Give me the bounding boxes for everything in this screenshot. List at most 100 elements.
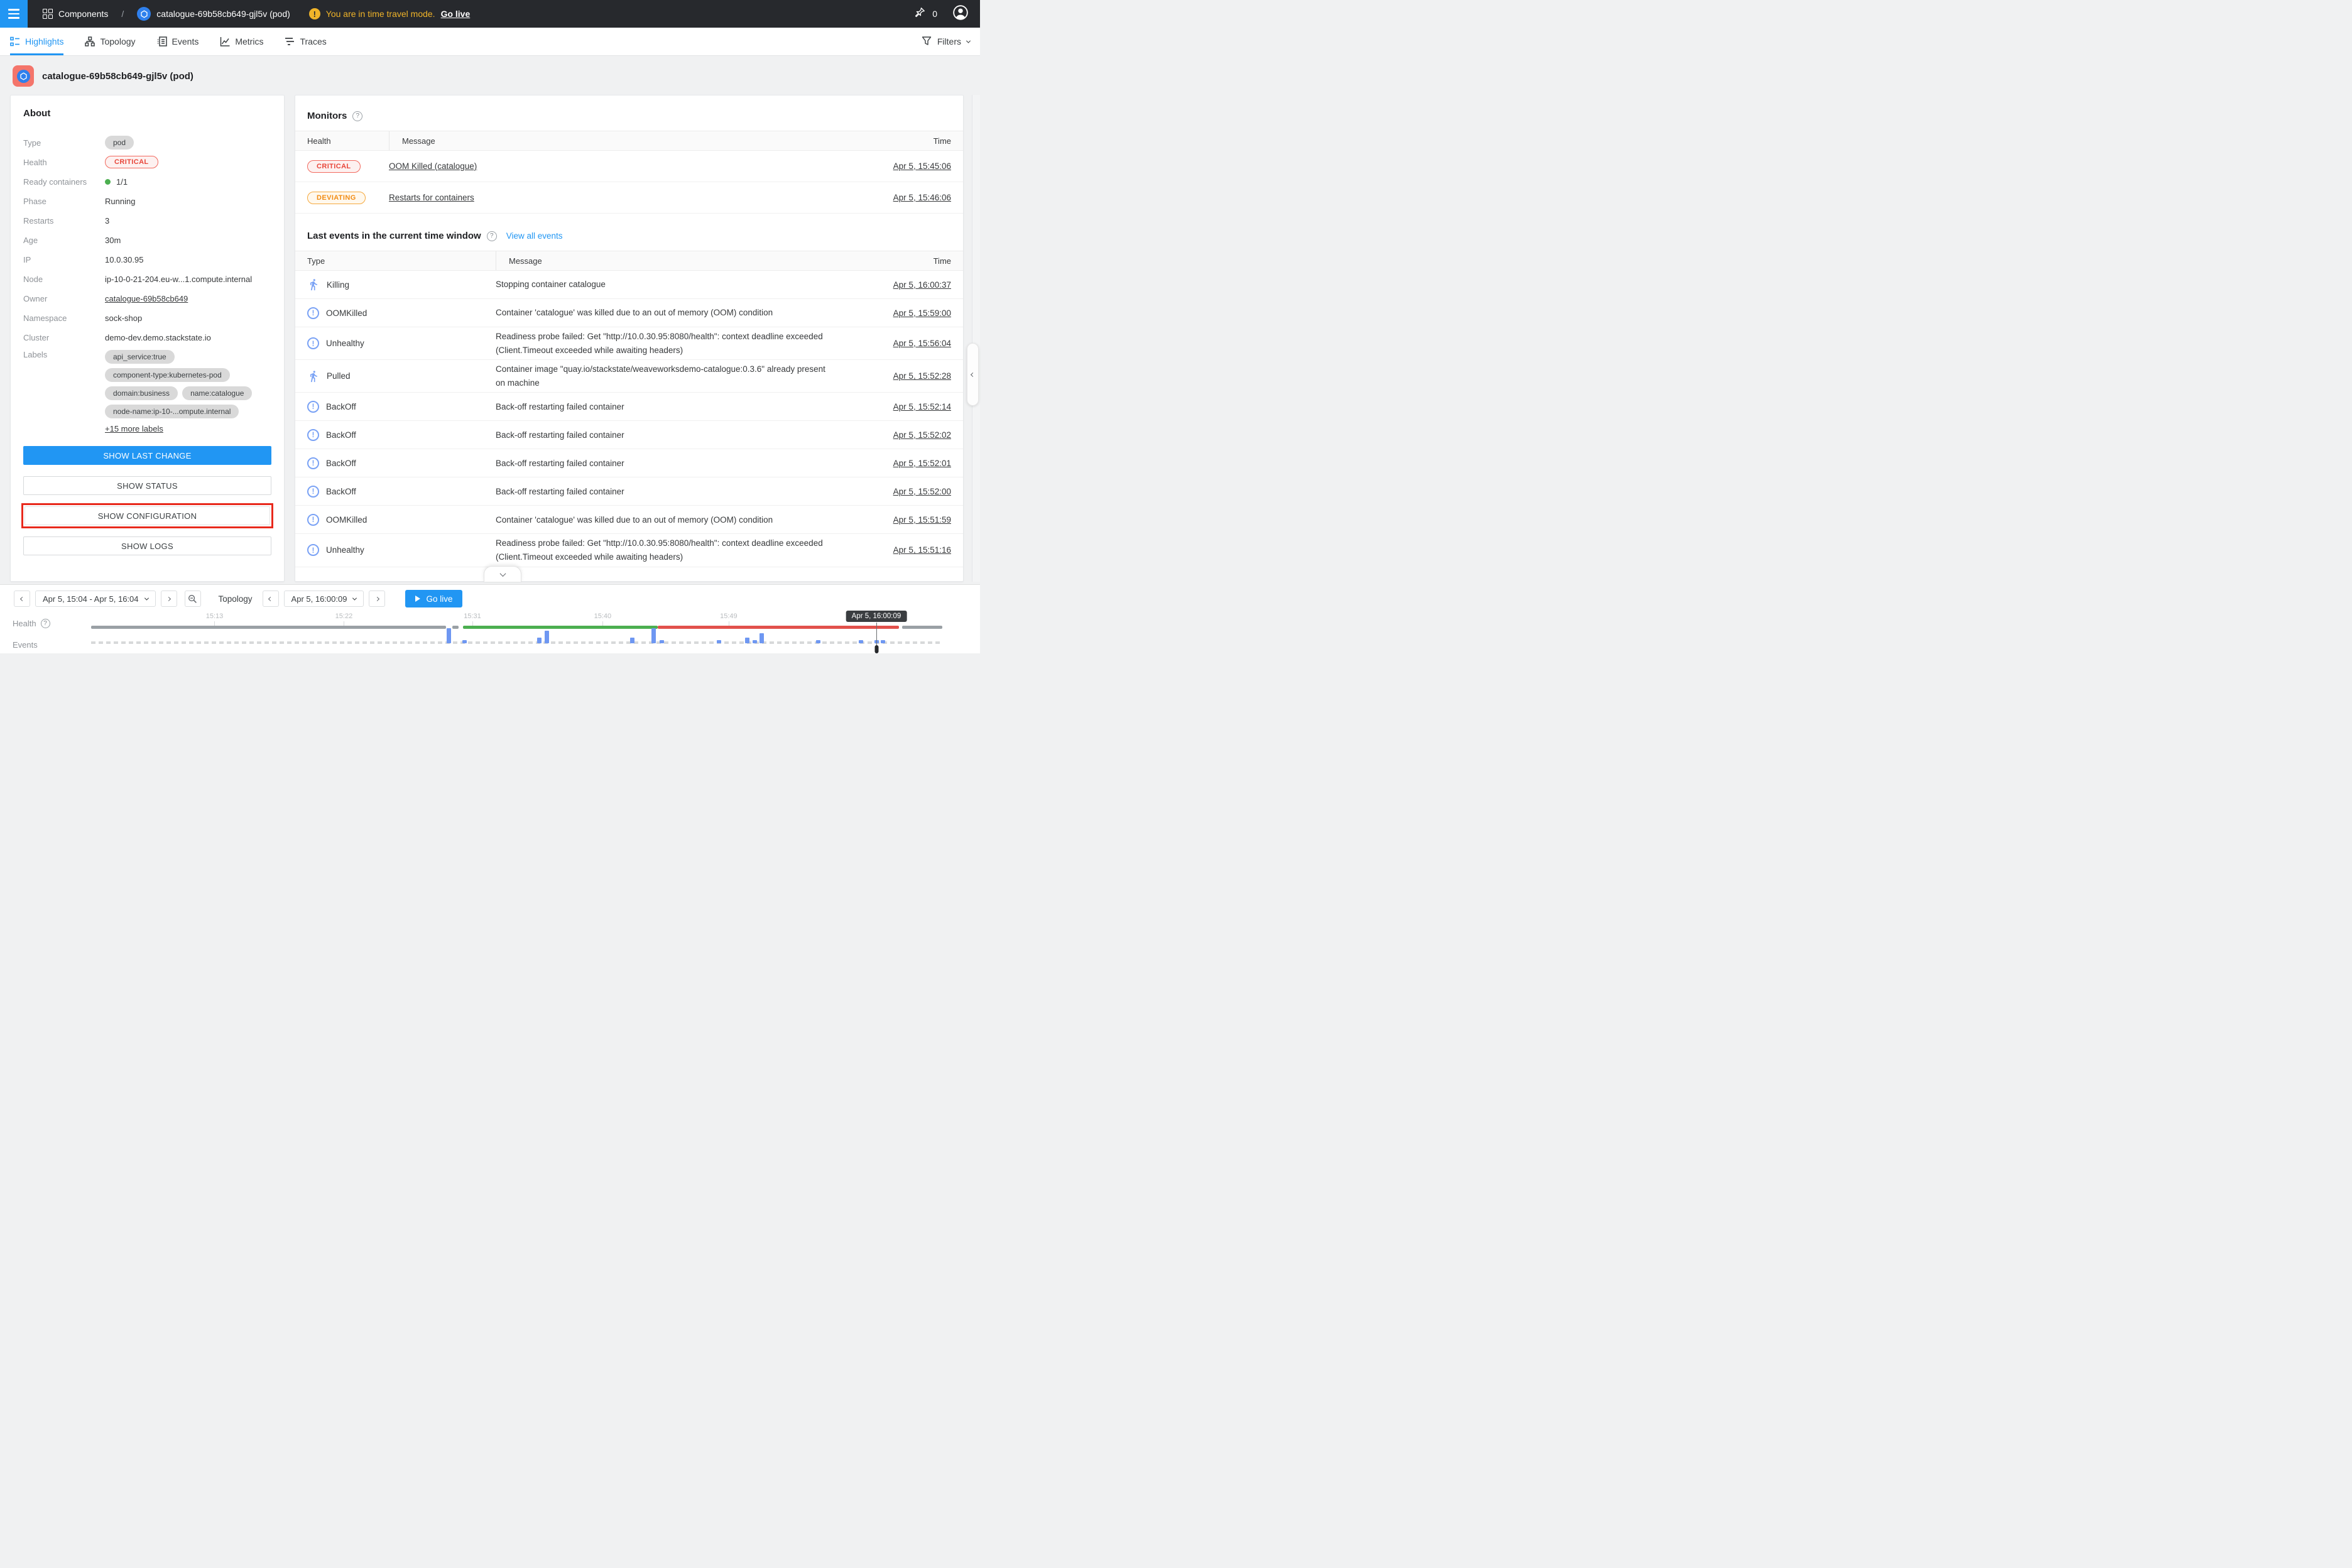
event-message-cell: Readiness probe failed: Get "http://10.0… <box>496 536 851 564</box>
breadcrumb-entity[interactable]: catalogue-69b58cb649-gjl5v (pod) <box>156 9 290 19</box>
tab-label: Metrics <box>235 36 263 46</box>
go-live-link[interactable]: Go live <box>441 9 471 19</box>
field-label: Ready containers <box>23 177 105 187</box>
button-row: SHOW LAST CHANGE <box>23 446 271 465</box>
event-time-link[interactable]: Apr 5, 15:52:00 <box>893 487 951 496</box>
event-time-link[interactable]: Apr 5, 15:52:14 <box>893 402 951 411</box>
pod-icon <box>137 7 151 21</box>
help-icon[interactable]: ? <box>487 231 497 241</box>
filters-button[interactable]: Filters <box>922 28 970 55</box>
components-grid-icon <box>43 9 53 19</box>
right-collapse-strip <box>972 95 980 582</box>
range-prev-button[interactable] <box>14 591 30 607</box>
monitor-time-link[interactable]: Apr 5, 15:46:06 <box>893 193 951 202</box>
tab-highlights[interactable]: Highlights <box>10 28 63 55</box>
event-count-bar <box>881 640 885 643</box>
show-status-button[interactable]: SHOW STATUS <box>23 476 271 495</box>
alert-event-icon: ! <box>307 514 319 526</box>
event-row: !BackOffBack-off restarting failed conta… <box>295 449 963 477</box>
alert-event-icon: ! <box>307 457 319 469</box>
about-fields: TypepodHealthCRITICALReady containers1/1… <box>23 136 271 433</box>
content-area: About TypepodHealthCRITICALReady contain… <box>10 95 964 582</box>
help-icon[interactable]: ? <box>352 111 362 121</box>
field-value: api_service:truecomponent-type:kubernete… <box>105 350 271 433</box>
monitor-message-link[interactable]: Restarts for containers <box>389 193 474 202</box>
event-message-cell: Container 'catalogue' was killed due to … <box>496 513 851 527</box>
tab-label: Topology <box>100 36 135 46</box>
event-type-cell: Killing <box>307 278 496 291</box>
tab-label: Highlights <box>25 36 63 46</box>
about-field-namespace: Namespacesock-shop <box>23 311 271 325</box>
metrics-icon <box>220 36 230 46</box>
event-time-link[interactable]: Apr 5, 15:52:01 <box>893 459 951 468</box>
view-all-events-link[interactable]: View all events <box>506 231 563 241</box>
alert-event-icon: ! <box>307 486 319 498</box>
tab-topology[interactable]: Topology <box>85 28 135 55</box>
time-travel-text: You are in time travel mode. <box>326 9 435 19</box>
chevron-left-icon <box>19 596 24 601</box>
about-field-type: Typepod <box>23 136 271 150</box>
menu-icon[interactable] <box>0 0 28 28</box>
severity-badge: CRITICAL <box>307 160 361 173</box>
breadcrumb-components[interactable]: Components <box>58 9 108 19</box>
more-labels-link[interactable]: +15 more labels <box>105 424 163 433</box>
monitors-title: Monitors <box>307 111 347 121</box>
field-label: IP <box>23 255 105 264</box>
event-type-label: OOMKilled <box>326 515 367 525</box>
tab-traces[interactable]: Traces <box>285 28 326 55</box>
event-count-bar <box>816 640 820 643</box>
collapse-panel-button[interactable] <box>967 343 979 406</box>
events-title: Last events in the current time window <box>307 231 481 241</box>
breadcrumb: Components / catalogue-69b58cb649-gjl5v … <box>43 7 290 21</box>
event-count-bar <box>753 640 757 643</box>
owner-link[interactable]: catalogue-69b58cb649 <box>105 294 188 303</box>
show-last-change-button[interactable]: SHOW LAST CHANGE <box>23 446 271 465</box>
event-time-cell: Apr 5, 15:52:28 <box>851 371 951 381</box>
user-avatar-icon[interactable] <box>952 4 969 24</box>
event-time-link[interactable]: Apr 5, 15:52:28 <box>893 371 951 381</box>
about-field-owner: Ownercatalogue-69b58cb649 <box>23 291 271 305</box>
field-label: Type <box>23 138 105 148</box>
field-label: Labels <box>23 350 105 359</box>
field-label: Namespace <box>23 313 105 323</box>
monitor-time-link[interactable]: Apr 5, 15:45:06 <box>893 161 951 171</box>
event-count-bar <box>630 638 634 643</box>
expand-panel-button[interactable] <box>484 566 521 582</box>
monitors-table-body: CRITICAL OOM Killed (catalogue) Apr 5, 15:… <box>295 151 963 214</box>
help-icon[interactable]: ? <box>41 619 50 628</box>
event-time-link[interactable]: Apr 5, 15:56:04 <box>893 339 951 348</box>
show-logs-button[interactable]: SHOW LOGS <box>23 536 271 555</box>
event-row: !BackOffBack-off restarting failed conta… <box>295 477 963 506</box>
event-time-link[interactable]: Apr 5, 15:59:00 <box>893 308 951 318</box>
show-configuration-button[interactable]: SHOW CONFIGURATION <box>24 506 270 525</box>
button-row: SHOW LOGS <box>23 536 271 555</box>
event-type-label: BackOff <box>326 402 356 411</box>
events-baseline <box>91 641 942 644</box>
field-label: Owner <box>23 294 105 303</box>
pin-icon[interactable] <box>914 6 926 21</box>
tab-events[interactable]: Events <box>157 28 199 55</box>
entity-type-icon <box>13 65 34 87</box>
events-icon <box>157 36 167 46</box>
monitor-message-cell: OOM Killed (catalogue) <box>389 160 857 173</box>
time-cursor-handle[interactable] <box>874 645 878 653</box>
field-label: Phase <box>23 197 105 206</box>
health-row-label: Health ? <box>13 619 50 628</box>
monitor-time-cell: Apr 5, 15:46:06 <box>857 193 951 202</box>
event-time-link[interactable]: Apr 5, 16:00:37 <box>893 280 951 290</box>
health-segment-unknown <box>902 626 942 629</box>
axis-tick-label: 15:49 <box>720 612 738 620</box>
running-event-icon <box>307 278 320 291</box>
event-type-cell: !OOMKilled <box>307 307 496 319</box>
pin-count: 0 <box>932 9 937 19</box>
event-time-link[interactable]: Apr 5, 15:51:59 <box>893 515 951 525</box>
about-field-cluster: Clusterdemo-dev.demo.stackstate.io <box>23 330 271 344</box>
event-type-label: BackOff <box>326 487 356 496</box>
event-time-link[interactable]: Apr 5, 15:52:02 <box>893 430 951 440</box>
event-time-cell: Apr 5, 15:52:00 <box>851 487 951 496</box>
timeline-plot: 15:1315:2215:3115:4015:49Apr 5, 16:00:09 <box>91 585 942 653</box>
event-time-link[interactable]: Apr 5, 15:51:16 <box>893 545 951 555</box>
monitor-message-link[interactable]: OOM Killed (catalogue) <box>389 161 477 171</box>
tab-metrics[interactable]: Metrics <box>220 28 263 55</box>
severity-badge: DEVIATING <box>307 192 366 204</box>
